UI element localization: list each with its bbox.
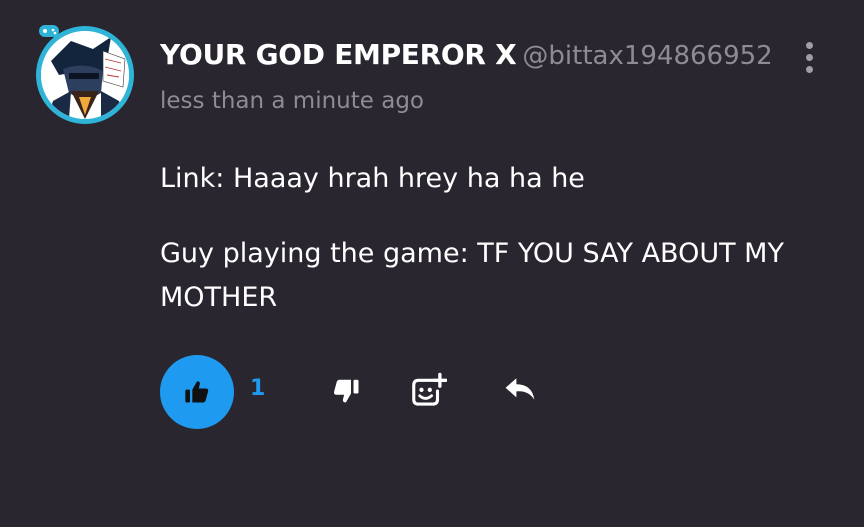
more-vertical-dot	[805, 66, 813, 73]
more-vertical-dot	[805, 54, 813, 61]
author-line: YOUR GOD EMPEROR X @bittax194866952	[160, 38, 773, 71]
author-name[interactable]: YOUR GOD EMPEROR X	[160, 38, 517, 71]
avatar-illustration-icon	[41, 31, 129, 119]
thumbs-down-icon	[334, 379, 359, 403]
like-button[interactable]	[160, 355, 234, 429]
timestamp: less than a minute ago	[160, 88, 424, 114]
avatar-image	[41, 31, 129, 119]
dislike-button[interactable]	[331, 376, 361, 406]
controller-badge-icon	[39, 25, 59, 37]
reply-button[interactable]	[502, 374, 538, 404]
more-vertical-icon	[805, 42, 813, 49]
reply-icon	[505, 378, 535, 400]
comment-body-line: Link: Haaay hrah hrey ha ha he	[160, 163, 585, 194]
thumbs-up-icon	[185, 381, 209, 403]
add-reaction-button[interactable]	[409, 372, 448, 410]
comment-body-line: Guy playing the game: TF YOU SAY ABOUT M…	[160, 238, 784, 313]
author-handle[interactable]: @bittax194866952	[522, 41, 772, 71]
comment-card: YOUR GOD EMPEROR X @bittax194866952 less …	[0, 0, 864, 527]
more-options-button[interactable]	[799, 42, 819, 78]
like-count: 1	[250, 376, 266, 401]
add-reaction-icon	[412, 372, 448, 406]
avatar[interactable]	[33, 20, 139, 128]
